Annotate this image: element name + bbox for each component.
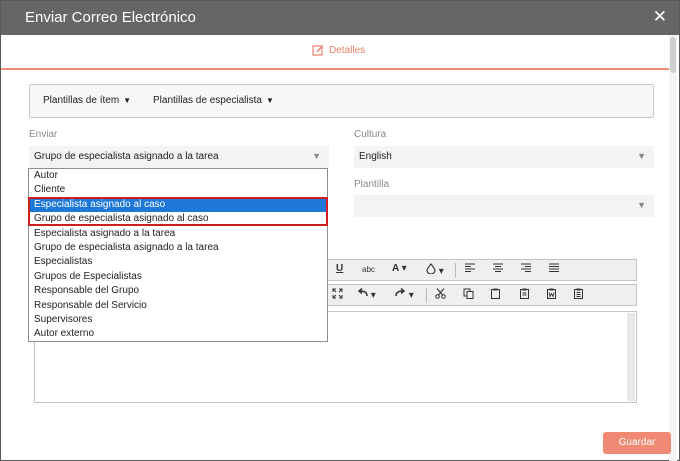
- font-color-button[interactable]: A ▾: [392, 263, 407, 274]
- paste-text-icon[interactable]: [519, 288, 530, 302]
- tab-details-label: Detalles: [329, 44, 366, 56]
- close-icon[interactable]: ✕: [653, 7, 667, 27]
- caret-down-icon: ▼: [123, 96, 132, 105]
- align-justify-icon[interactable]: [549, 263, 559, 276]
- copy-icon[interactable]: [463, 288, 474, 302]
- caret-down-icon: ▾: [401, 263, 407, 274]
- edit-icon: [312, 44, 324, 56]
- dropdown-option[interactable]: Especialistas: [29, 255, 327, 269]
- chevron-down-icon: ▼: [637, 151, 646, 161]
- paste-icon[interactable]: [490, 288, 501, 302]
- undo-icon: [357, 287, 368, 297]
- paste-plain-icon[interactable]: [573, 288, 584, 302]
- item-templates-dropdown[interactable]: Plantillas de ítem ▼: [43, 95, 131, 106]
- send-dropdown-list: Autor Cliente Especialista asignado al c…: [28, 168, 328, 342]
- dropdown-option[interactable]: Especialista asignado a la tarea: [29, 227, 327, 241]
- dropdown-option[interactable]: Autor: [29, 169, 327, 183]
- align-right-icon[interactable]: [521, 263, 531, 276]
- dropdown-option[interactable]: Responsable del Grupo: [29, 284, 327, 298]
- caret-down-icon: ▾: [408, 290, 414, 301]
- templates-bar: Plantillas de ítem ▼ Plantillas de especi…: [29, 84, 654, 118]
- item-templates-label: Plantillas de ítem: [43, 95, 120, 106]
- dropdown-option[interactable]: Grupo de especialista asignado al caso: [29, 212, 327, 226]
- dialog-title: Enviar Correo Electrónico: [25, 9, 196, 26]
- caret-down-icon: ▾: [370, 290, 376, 301]
- strikethrough-button[interactable]: abc: [362, 265, 375, 274]
- dropdown-option[interactable]: Grupos de Especialistas: [29, 270, 327, 284]
- align-left-icon[interactable]: [465, 263, 475, 276]
- send-select-value: Grupo de especialista asignado a la tare…: [34, 151, 219, 162]
- paste-word-icon[interactable]: [546, 288, 557, 302]
- template-select[interactable]: ▼: [354, 195, 654, 217]
- culture-select-value: English: [359, 151, 392, 162]
- background-color-button[interactable]: ▾: [426, 263, 444, 277]
- dropdown-option[interactable]: Responsable del Servicio: [29, 299, 327, 313]
- redo-button[interactable]: ▾: [395, 287, 414, 301]
- dialog-titlebar: Enviar Correo Electrónico ✕: [1, 1, 679, 35]
- tab-details[interactable]: Detalles: [312, 44, 365, 56]
- dropdown-option-selected[interactable]: Especialista asignado al caso: [29, 197, 327, 213]
- specialist-templates-label: Plantillas de especialista: [153, 95, 262, 106]
- dialog-scrollbar[interactable]: [669, 35, 677, 461]
- send-select[interactable]: Grupo de especialista asignado a la tare…: [29, 146, 329, 168]
- caret-down-icon: ▾: [438, 266, 444, 277]
- dropdown-option[interactable]: Autor externo: [29, 327, 327, 341]
- dropdown-option[interactable]: Cliente: [29, 183, 327, 197]
- template-label: Plantilla: [354, 179, 390, 190]
- dropdown-option[interactable]: Supervisores: [29, 313, 327, 327]
- send-label: Enviar: [29, 129, 58, 140]
- save-button[interactable]: Guardar: [603, 432, 671, 454]
- chevron-down-icon: ▼: [312, 151, 321, 161]
- drop-icon: [426, 263, 436, 275]
- chevron-down-icon: ▼: [637, 200, 646, 210]
- undo-button[interactable]: ▾: [357, 287, 376, 301]
- caret-down-icon: ▼: [265, 96, 274, 105]
- redo-icon: [395, 287, 406, 297]
- tab-bar: Detalles: [1, 35, 671, 70]
- scrollbar-thumb[interactable]: [670, 37, 676, 73]
- toolbar-divider: [426, 288, 427, 303]
- cut-icon[interactable]: [435, 288, 446, 302]
- font-color-label: A: [392, 263, 399, 274]
- editor-scrollbar[interactable]: [627, 313, 635, 401]
- underline-button[interactable]: U: [336, 263, 343, 274]
- send-email-dialog: Enviar Correo Electrónico ✕ Detalles Pla…: [0, 0, 680, 461]
- align-center-icon[interactable]: [493, 263, 503, 276]
- toolbar-divider: [455, 263, 456, 278]
- fullscreen-icon[interactable]: [332, 288, 343, 302]
- dropdown-option[interactable]: Grupo de especialista asignado a la tare…: [29, 241, 327, 255]
- culture-label: Cultura: [354, 129, 387, 140]
- culture-select[interactable]: English ▼: [354, 146, 654, 168]
- specialist-templates-dropdown[interactable]: Plantillas de especialista ▼: [153, 95, 274, 106]
